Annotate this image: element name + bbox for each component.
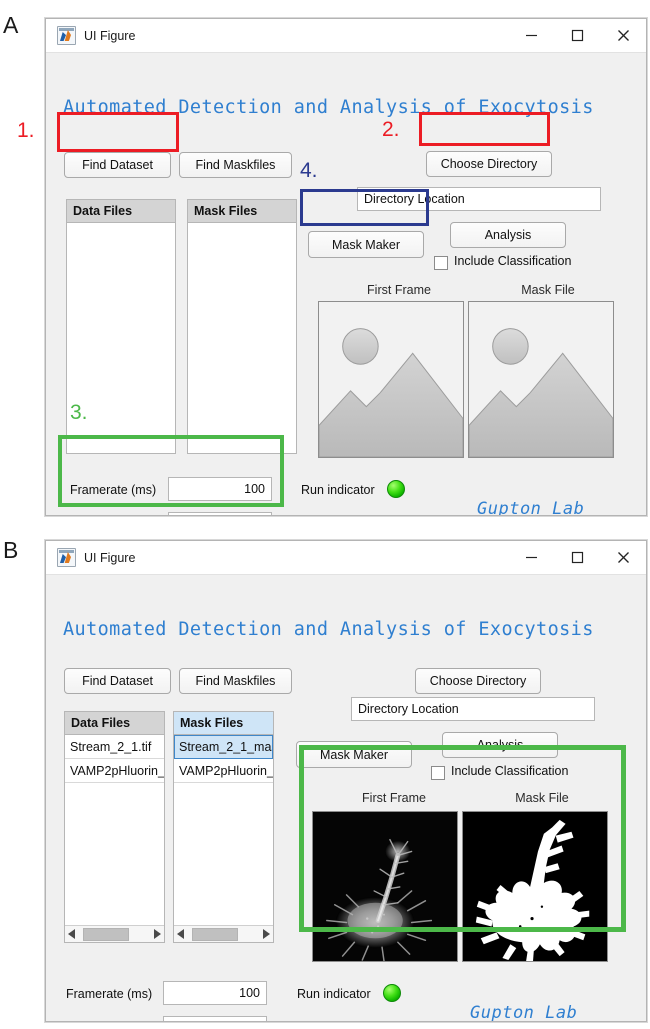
lab-logo: Gupton Lab (470, 1003, 578, 1022)
scroll-right-icon[interactable] (154, 929, 161, 939)
analysis-button[interactable]: Analysis (450, 222, 566, 248)
find-dataset-button[interactable]: Find Dataset (64, 152, 171, 178)
framerate-label: Framerate (ms) (70, 483, 157, 497)
data-files-header: Data Files (65, 712, 164, 735)
first-frame-title: First Frame (367, 283, 431, 297)
list-item[interactable]: VAMP2pHluorin_ (65, 759, 164, 783)
find-dataset-button[interactable]: Find Dataset (64, 668, 171, 694)
mask-files-hscrollbar[interactable] (174, 925, 273, 942)
page-title: Automated Detection and Analysis of Exoc… (63, 97, 594, 118)
framerate-input[interactable]: 100 (168, 477, 272, 501)
mask-file-title: Mask File (521, 283, 575, 297)
scroll-left-icon[interactable] (68, 929, 75, 939)
annotation-step-3: 3. (70, 401, 88, 424)
ui-figure-window-a: UI Figure Automated Detection and Analys… (45, 18, 647, 516)
framerate-input[interactable]: 100 (163, 981, 267, 1005)
scroll-right-icon[interactable] (263, 929, 270, 939)
include-classification-label: Include Classification (451, 764, 569, 778)
maximize-icon[interactable] (554, 19, 600, 52)
directory-location-field[interactable]: Directory Location (357, 187, 601, 211)
find-maskfiles-button[interactable]: Find Maskfiles (179, 152, 292, 178)
mask-file-axes[interactable] (462, 811, 608, 962)
list-item[interactable]: Stream_2_1_mas (174, 735, 273, 759)
title-bar: UI Figure (46, 19, 646, 53)
include-classification-label: Include Classification (454, 254, 572, 268)
matlab-membrane-icon (57, 26, 76, 45)
scroll-thumb[interactable] (82, 927, 129, 941)
run-indicator-label: Run indicator (301, 483, 375, 497)
mask-file-axes[interactable] (468, 301, 614, 458)
panel-label-b: B (3, 537, 19, 563)
pixel-size-input[interactable]: 0.08 (168, 512, 272, 515)
mask-maker-button[interactable]: Mask Maker (296, 741, 412, 768)
panel-label-a: A (3, 12, 19, 38)
minimize-icon[interactable] (508, 19, 554, 52)
run-indicator-label: Run indicator (297, 987, 371, 1001)
window-title: UI Figure (84, 550, 136, 565)
page-title: Automated Detection and Analysis of Exoc… (63, 619, 594, 640)
mask-files-listbox[interactable]: Mask Files Stream_2_1_mas VAMP2pHluorin_… (173, 711, 274, 943)
window-title: UI Figure (84, 28, 136, 43)
annotation-step-1: 1. (17, 119, 35, 142)
matlab-membrane-icon (57, 548, 76, 567)
mask-files-header: Mask Files (188, 200, 296, 223)
include-classification-checkbox[interactable] (431, 766, 445, 780)
choose-directory-button[interactable]: Choose Directory (415, 668, 541, 694)
mask-files-listbox[interactable]: Mask Files (187, 199, 297, 454)
window-client-area-a: Automated Detection and Analysis of Exoc… (46, 53, 646, 516)
scroll-left-icon[interactable] (177, 929, 184, 939)
title-bar-b: UI Figure (46, 541, 646, 575)
data-files-header: Data Files (67, 200, 175, 223)
run-indicator-lamp (387, 480, 405, 498)
data-files-listbox[interactable]: Data Files Stream_2_1.tif VAMP2pHluorin_ (64, 711, 165, 943)
close-icon[interactable] (600, 541, 646, 574)
lab-logo: Gupton Lab (477, 499, 585, 516)
choose-directory-button[interactable]: Choose Directory (426, 151, 552, 177)
first-frame-axes[interactable] (318, 301, 464, 458)
ui-figure-window-b: UI Figure Automated Detection and Analys… (45, 540, 647, 1022)
run-indicator-lamp (383, 984, 401, 1002)
mask-maker-button[interactable]: Mask Maker (308, 231, 424, 258)
annotation-step-4: 4. (300, 159, 318, 182)
directory-location-field[interactable]: Directory Location (351, 697, 595, 721)
find-maskfiles-button[interactable]: Find Maskfiles (179, 668, 292, 694)
list-item[interactable]: Stream_2_1.tif (65, 735, 164, 759)
window-controls (508, 541, 646, 574)
include-classification-checkbox[interactable] (434, 256, 448, 270)
window-client-area-b: Automated Detection and Analysis of Exoc… (46, 575, 646, 1022)
scroll-thumb[interactable] (191, 927, 238, 941)
list-item[interactable]: VAMP2pHluorin_4 (174, 759, 273, 783)
data-files-hscrollbar[interactable] (65, 925, 164, 942)
framerate-label: Framerate (ms) (66, 987, 153, 1001)
mask-files-header: Mask Files (174, 712, 273, 735)
first-frame-axes[interactable] (312, 811, 458, 962)
annotation-step-2: 2. (382, 118, 400, 141)
window-controls (508, 19, 646, 52)
pixel-size-input[interactable]: 0.08 (163, 1016, 267, 1021)
mask-file-title: Mask File (515, 791, 569, 805)
first-frame-title: First Frame (362, 791, 426, 805)
close-icon[interactable] (600, 19, 646, 52)
analysis-button[interactable]: Analysis (442, 732, 558, 758)
maximize-icon[interactable] (554, 541, 600, 574)
minimize-icon[interactable] (508, 541, 554, 574)
